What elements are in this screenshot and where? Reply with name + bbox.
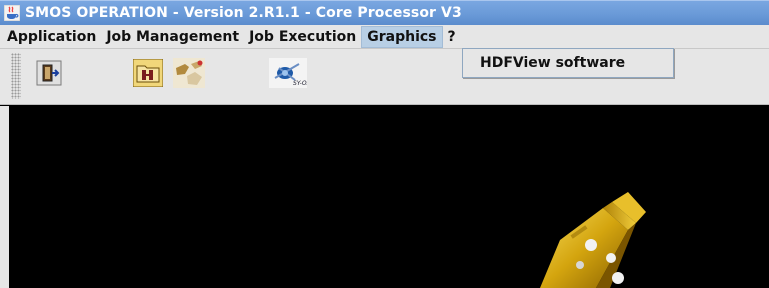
menu-bar: Application Job Management Job Execution… — [0, 25, 769, 49]
menu-graphics[interactable]: Graphics — [361, 25, 443, 48]
window-left-border — [0, 106, 9, 288]
menu-job-management[interactable]: Job Management — [101, 26, 244, 48]
open-folder-icon — [132, 58, 164, 91]
menu-application[interactable]: Application — [2, 26, 101, 48]
title-bar: SMOS OPERATION - Version 2.R1.1 - Core P… — [0, 0, 769, 25]
menu-item-hdfview[interactable]: HDFView software — [463, 49, 673, 77]
menu-help[interactable]: ? — [443, 26, 461, 48]
toolbar-grip-handle[interactable] — [11, 53, 21, 99]
exit-button[interactable] — [31, 57, 67, 93]
svg-text:SY-OS: SY-OS — [293, 80, 307, 87]
smos-logo-button[interactable]: SY-OS — [268, 57, 311, 93]
main-canvas — [0, 106, 769, 288]
open-jobs-button[interactable] — [130, 57, 166, 93]
processing-button[interactable] — [171, 57, 207, 93]
java-coffee-cup-icon — [3, 4, 21, 22]
menu-job-execution[interactable]: Job Execution — [244, 26, 361, 48]
graphics-dropdown-menu: HDFView software — [462, 48, 674, 78]
window-title: SMOS OPERATION - Version 2.R1.1 - Core P… — [25, 5, 462, 21]
exit-door-icon — [36, 60, 62, 90]
smos-satellite-logo-icon: SY-OS — [269, 58, 311, 92]
gold-satellite-icon — [500, 190, 650, 288]
puzzle-pieces-icon — [173, 58, 205, 92]
